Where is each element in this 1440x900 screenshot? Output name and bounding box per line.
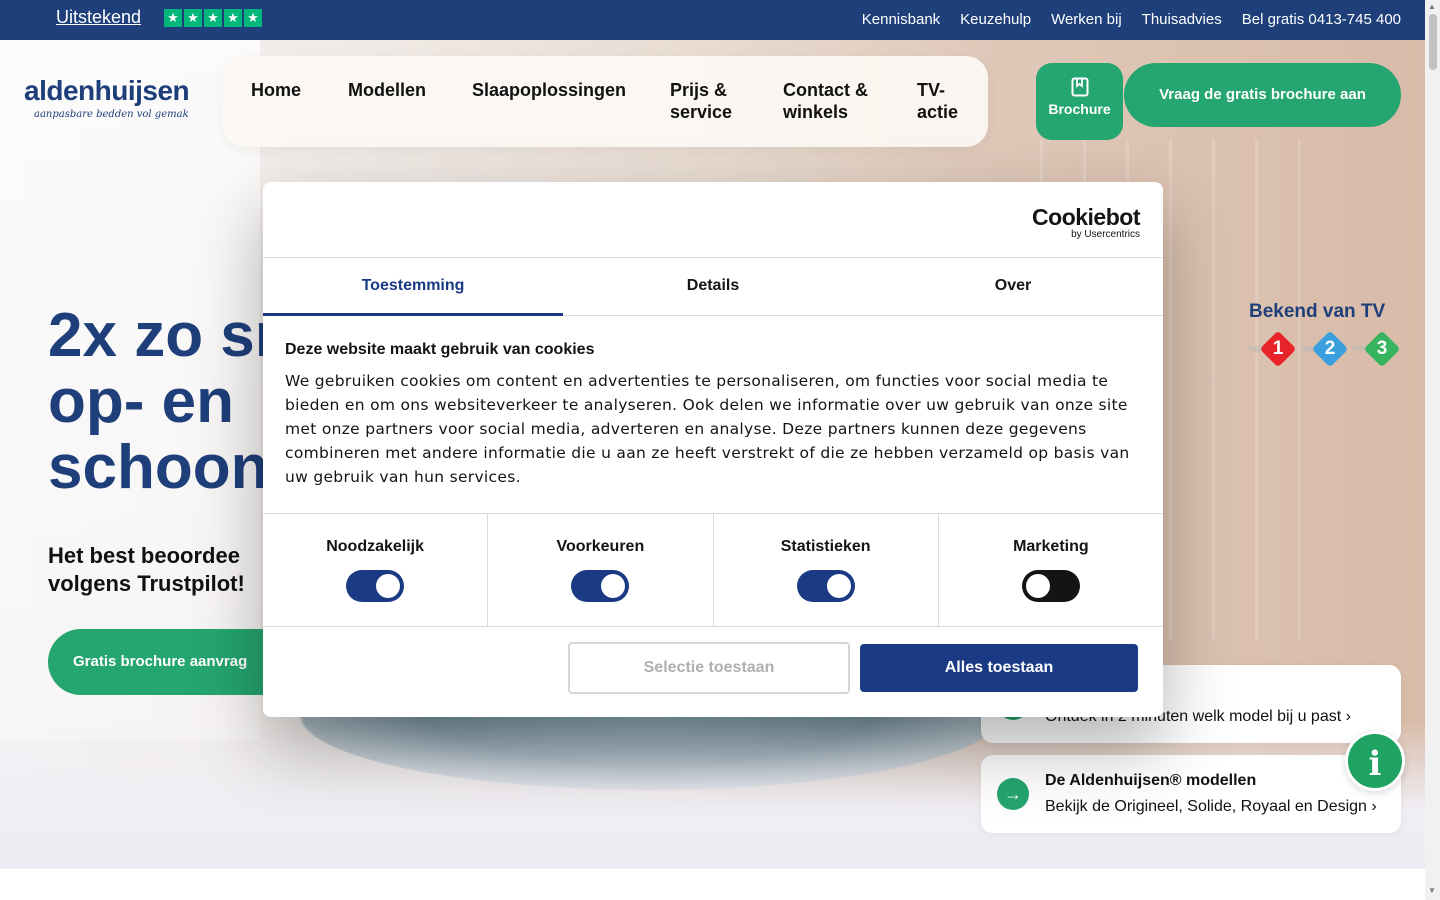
tab-toestemming[interactable]: Toestemming	[263, 258, 563, 316]
toggle-marketing: Marketing	[939, 514, 1163, 626]
cookie-dialog-body: We gebruiken cookies om content en adver…	[285, 372, 1130, 486]
hero-subtitle-line: Het best beoordee	[48, 543, 240, 568]
hero-title-line: op- en	[48, 367, 234, 436]
modellen-card[interactable]: → De Aldenhuijsen® modellen Bekijk de Or…	[981, 755, 1401, 833]
trustpilot-stars: ★ ★ ★ ★ ★	[164, 9, 262, 27]
npo1-logo: npo 1	[1249, 330, 1297, 368]
toggle-label: Statistieken	[780, 538, 871, 555]
toggle-noodzakelijk: Noodzakelijk	[263, 514, 489, 626]
nav-item-modellen[interactable]: Modellen	[348, 79, 426, 101]
request-brochure-button[interactable]: Vraag de gratis brochure aan	[1124, 63, 1401, 127]
toplink-thuisadvies[interactable]: Thuisadvies	[1142, 11, 1222, 28]
toggle-label: Voorkeuren	[556, 538, 645, 555]
brochure-button[interactable]: Brochure	[1036, 63, 1123, 140]
card-title: De Aldenhuijsen® modellen	[1045, 772, 1257, 789]
noodzakelijk-switch[interactable]	[346, 570, 405, 602]
nav-item-tv-actie[interactable]: TV-actie	[917, 79, 967, 123]
npo2-logo: npo 2	[1301, 330, 1349, 368]
toplink-keuzehulp[interactable]: Keuzehulp	[960, 11, 1031, 28]
star-icon: ★	[164, 9, 182, 27]
star-icon: ★	[204, 9, 222, 27]
cookie-category-toggles: Noodzakelijk Voorkeuren Statistieken Mar…	[263, 513, 1163, 627]
voorkeuren-switch[interactable]	[571, 570, 630, 602]
top-bar: Uitstekend ★ ★ ★ ★ ★ Kennisbank Keuzehul…	[0, 0, 1425, 40]
tab-over[interactable]: Over	[863, 258, 1163, 315]
marketing-switch[interactable]	[1021, 570, 1080, 602]
hero-title-line: 2x zo sn	[48, 301, 293, 370]
logo-tagline: aanpasbare bedden vol gemak	[34, 109, 189, 120]
main-navigation: Home Modellen Slaapoplossingen Prijs & s…	[223, 56, 988, 147]
star-icon: ★	[244, 9, 262, 27]
nav-item-prijs-service[interactable]: Prijs & service	[670, 79, 750, 123]
card-subtitle: Bekijk de Origineel, Solide, Royaal en D…	[1045, 798, 1377, 815]
cookie-consent-dialog: Cookiebot by Usercentrics Toestemming De…	[263, 182, 1163, 717]
allow-selection-button[interactable]: Selectie toestaan	[568, 642, 850, 694]
page-scrollbar[interactable]: ▲ ▼	[1425, 0, 1440, 900]
nav-item-home[interactable]: Home	[251, 79, 301, 101]
cookie-dialog-title: Deze website maakt gebruik van cookies	[285, 341, 595, 358]
arrow-right-icon: →	[997, 778, 1029, 810]
scroll-up-icon[interactable]: ▲	[1428, 2, 1436, 11]
info-icon[interactable]: i	[1345, 731, 1405, 791]
hero-subtitle: Het best beoordee volgens Trustpilot!	[48, 542, 245, 598]
statistieken-switch[interactable]	[796, 570, 855, 602]
nav-item-slaapoplossingen[interactable]: Slaapoplossingen	[472, 79, 626, 101]
tab-details[interactable]: Details	[563, 258, 863, 315]
star-icon: ★	[184, 9, 202, 27]
toggle-voorkeuren: Voorkeuren	[488, 514, 714, 626]
site-logo[interactable]: aldenhuijsen aanpasbare bedden vol gemak	[24, 75, 190, 120]
scroll-down-icon[interactable]: ▼	[1428, 886, 1436, 895]
toplink-werken-bij[interactable]: Werken bij	[1051, 11, 1122, 28]
top-links: Kennisbank Keuzehulp Werken bij Thuisadv…	[862, 11, 1401, 28]
npo3-logo: npo 3	[1353, 330, 1401, 368]
cookie-tabs: Toestemming Details Over	[263, 257, 1163, 316]
toggle-label: Marketing	[1013, 538, 1089, 555]
logo-wordmark: aldenhuijsen	[24, 75, 190, 106]
tv-label: Bekend van TV	[1249, 301, 1386, 322]
toggle-statistieken: Statistieken	[714, 514, 939, 626]
star-icon: ★	[224, 9, 242, 27]
allow-all-button[interactable]: Alles toestaan	[860, 644, 1138, 692]
toplink-kennisbank[interactable]: Kennisbank	[862, 11, 940, 28]
brochure-button-label: Brochure	[1048, 101, 1111, 117]
book-icon	[1071, 77, 1088, 97]
toggle-label: Noodzakelijk	[326, 538, 425, 555]
cookiebot-logo: Cookiebot by Usercentrics	[1032, 204, 1140, 240]
hero-title-line: schoon	[48, 433, 269, 502]
scrollbar-thumb[interactable]	[1429, 14, 1437, 70]
hero-title: 2x zo sn op- en schoon	[48, 303, 293, 501]
nav-item-contact-winkels[interactable]: Contact & winkels	[783, 79, 883, 123]
hero-subtitle-line: volgens Trustpilot!	[48, 571, 245, 596]
toplink-phone[interactable]: Bel gratis 0413-745 400	[1242, 11, 1401, 28]
trustpilot-rating-link[interactable]: Uitstekend	[56, 7, 141, 28]
npo-logos: npo 1 npo 2 npo 3	[1249, 330, 1401, 368]
